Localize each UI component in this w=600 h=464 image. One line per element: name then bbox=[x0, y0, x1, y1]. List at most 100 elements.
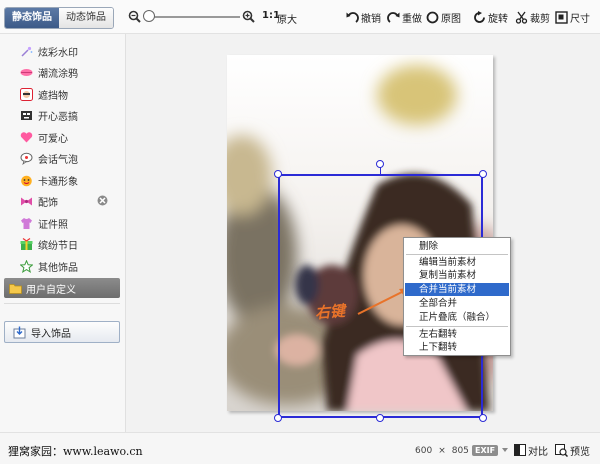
compare-icon bbox=[514, 444, 526, 456]
sidebar-item-label: 开心恶搞 bbox=[38, 111, 78, 123]
blocked-face-icon bbox=[20, 87, 33, 101]
sidebar-item-label: 其他饰品 bbox=[38, 262, 78, 274]
actual-size-button[interactable]: 原大 bbox=[277, 11, 297, 26]
sidebar-item-label: 证件照 bbox=[38, 219, 68, 231]
undo-icon bbox=[346, 11, 359, 23]
menu-item-flip-horizontal[interactable]: 左右翻转 bbox=[405, 328, 509, 341]
sidebar-divider bbox=[4, 303, 120, 304]
resize-handle-top-right[interactable] bbox=[479, 170, 487, 178]
original-image-label: 原图 bbox=[441, 13, 461, 25]
crop-icon bbox=[515, 11, 528, 24]
right-click-annotation: 右键 bbox=[314, 301, 346, 323]
image-height: 805 bbox=[451, 446, 469, 456]
zoom-in-icon[interactable] bbox=[242, 10, 255, 23]
shirt-icon bbox=[21, 217, 32, 229]
undo-button[interactable]: 撤销 bbox=[346, 9, 381, 25]
resize-handle-bottom[interactable] bbox=[376, 414, 384, 422]
sidebar-item-label: 会话气泡 bbox=[38, 154, 78, 166]
sidebar-item-label: 用户自定义 bbox=[26, 284, 76, 296]
sidebar-item-occluder[interactable]: 遮挡物 bbox=[20, 86, 68, 102]
rotate-handle[interactable] bbox=[376, 160, 384, 168]
exif-dropdown-icon[interactable] bbox=[502, 447, 508, 453]
resize-icon bbox=[555, 10, 568, 24]
sidebar-item-others[interactable]: 其他饰品 bbox=[20, 258, 78, 274]
zoom-slider-thumb[interactable] bbox=[143, 10, 155, 22]
status-bar: 狸窝家园：www.leawo.cn 600 × 805 EXIF 对比 预览 bbox=[0, 432, 600, 464]
speech-bubble-icon bbox=[20, 152, 33, 165]
sidebar-item-graffiti[interactable]: 潮流涂鸦 bbox=[20, 64, 78, 80]
import-icon bbox=[13, 326, 26, 338]
image-width: 600 bbox=[415, 446, 433, 456]
original-image-button[interactable]: 原图 bbox=[426, 9, 461, 25]
lips-icon bbox=[20, 68, 33, 76]
editing-canvas[interactable]: 右键 bbox=[126, 34, 600, 432]
sidebar-item-id-photo[interactable]: 证件照 bbox=[20, 215, 68, 231]
compare-label: 对比 bbox=[528, 446, 548, 458]
dimension-separator: × bbox=[438, 446, 446, 456]
sidebar-item-speech-bubble[interactable]: 会话气泡 bbox=[20, 150, 78, 166]
sidebar-item-label: 缤纷节日 bbox=[38, 240, 78, 252]
preview-label: 预览 bbox=[570, 446, 590, 458]
top-toolbar: 静态饰品 动态饰品 1:1 原大 撤销 重做 原图 旋转 裁剪 尺寸 bbox=[0, 0, 600, 34]
sidebar-item-label: 可爱心 bbox=[38, 133, 68, 145]
redo-button[interactable]: 重做 bbox=[387, 9, 422, 25]
decoration-tabs: 静态饰品 动态饰品 bbox=[4, 7, 114, 29]
star-icon bbox=[20, 259, 33, 273]
size-label: 尺寸 bbox=[570, 13, 590, 25]
tab-static-decorations[interactable]: 静态饰品 bbox=[5, 8, 59, 28]
resize-handle-bottom-right[interactable] bbox=[479, 414, 487, 422]
menu-item-delete[interactable]: 删除 bbox=[405, 240, 509, 253]
folder-icon bbox=[9, 283, 22, 294]
sidebar-item-label: 配饰 bbox=[38, 197, 58, 209]
redo-icon bbox=[387, 11, 400, 23]
tab-dynamic-decorations[interactable]: 动态饰品 bbox=[59, 8, 113, 28]
undo-label: 撤销 bbox=[361, 13, 381, 25]
resize-handle-bottom-left[interactable] bbox=[274, 414, 282, 422]
remove-category-icon[interactable] bbox=[97, 195, 108, 206]
sidebar-item-label: 炫彩水印 bbox=[38, 47, 78, 59]
menu-item-copy-material[interactable]: 复制当前素材 bbox=[405, 269, 509, 282]
gift-icon bbox=[20, 237, 33, 250]
sidebar-item-user-defined[interactable]: 用户自定义 bbox=[4, 278, 120, 298]
original-image-icon bbox=[426, 11, 439, 23]
exif-button[interactable]: EXIF bbox=[472, 445, 499, 456]
resize-handle-top-left[interactable] bbox=[274, 170, 282, 178]
menu-item-flip-vertical[interactable]: 上下翻转 bbox=[405, 341, 509, 354]
menu-separator bbox=[406, 326, 508, 327]
sidebar-item-label: 卡通形象 bbox=[38, 176, 78, 188]
image-dimensions: 600 × 805 bbox=[415, 446, 469, 456]
preview-icon bbox=[555, 443, 568, 457]
redo-label: 重做 bbox=[402, 13, 422, 25]
crop-button[interactable]: 裁剪 bbox=[515, 9, 550, 25]
rotate-label: 旋转 bbox=[488, 13, 508, 25]
compare-button[interactable]: 对比 bbox=[514, 443, 548, 458]
sidebar-item-cartoon[interactable]: 卡通形象 bbox=[20, 172, 78, 188]
zoom-slider-track[interactable] bbox=[146, 16, 240, 18]
sidebar-item-cute-heart[interactable]: 可爱心 bbox=[20, 129, 68, 145]
rotate-button[interactable]: 旋转 bbox=[473, 9, 508, 25]
sidebar-item-label: 潮流涂鸦 bbox=[38, 68, 78, 80]
sidebar-item-festival[interactable]: 缤纷节日 bbox=[20, 236, 78, 252]
site-watermark: 狸窝家园：www.leawo.cn bbox=[8, 445, 143, 458]
size-button[interactable]: 尺寸 bbox=[555, 9, 590, 25]
menu-item-edit-material[interactable]: 编辑当前素材 bbox=[405, 256, 509, 269]
rotate-icon bbox=[474, 10, 485, 23]
menu-item-merge-material[interactable]: 合并当前素材 bbox=[405, 283, 509, 296]
sidebar-item-funny[interactable]: 开心恶搞 bbox=[20, 107, 78, 123]
menu-separator bbox=[406, 254, 508, 255]
menu-item-merge-all[interactable]: 全部合并 bbox=[405, 297, 509, 310]
import-decoration-label: 导入饰品 bbox=[31, 328, 71, 340]
prank-icon bbox=[21, 110, 32, 120]
bow-icon bbox=[21, 197, 32, 205]
crop-label: 裁剪 bbox=[530, 13, 550, 25]
sidebar-item-accessories[interactable]: 配饰 bbox=[20, 193, 58, 209]
sidebar-item-label: 遮挡物 bbox=[38, 90, 68, 102]
heart-icon bbox=[20, 131, 33, 142]
zoom-out-icon[interactable] bbox=[128, 10, 141, 23]
menu-item-multiply-blend[interactable]: 正片叠底（融合） bbox=[405, 311, 509, 324]
import-decoration-button[interactable]: 导入饰品 bbox=[4, 321, 120, 343]
context-menu: 删除 编辑当前素材 复制当前素材 合并当前素材 全部合并 正片叠底（融合） 左右… bbox=[403, 237, 511, 356]
decoration-category-sidebar: 炫彩水印 潮流涂鸦 遮挡物 开心恶搞 可爱心 会话气泡 卡通形象 配饰 证件照 … bbox=[0, 34, 126, 432]
sidebar-item-watermark[interactable]: 炫彩水印 bbox=[20, 43, 78, 59]
preview-button[interactable]: 预览 bbox=[555, 443, 590, 458]
